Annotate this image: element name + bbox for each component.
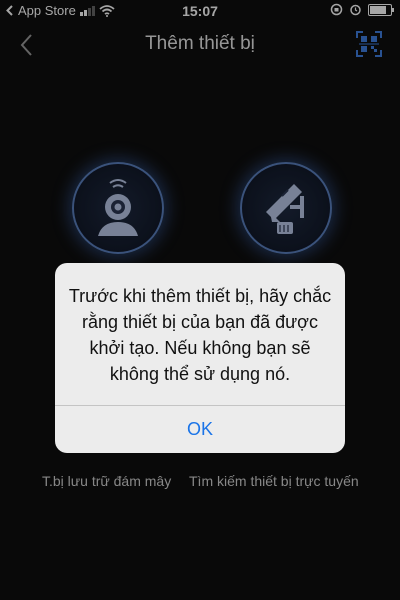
- dialog-message: Trước khi thêm thiết bị, hãy chắc rằng t…: [68, 286, 332, 384]
- ok-button[interactable]: OK: [55, 406, 345, 453]
- alert-dialog: Trước khi thêm thiết bị, hãy chắc rằng t…: [55, 263, 345, 453]
